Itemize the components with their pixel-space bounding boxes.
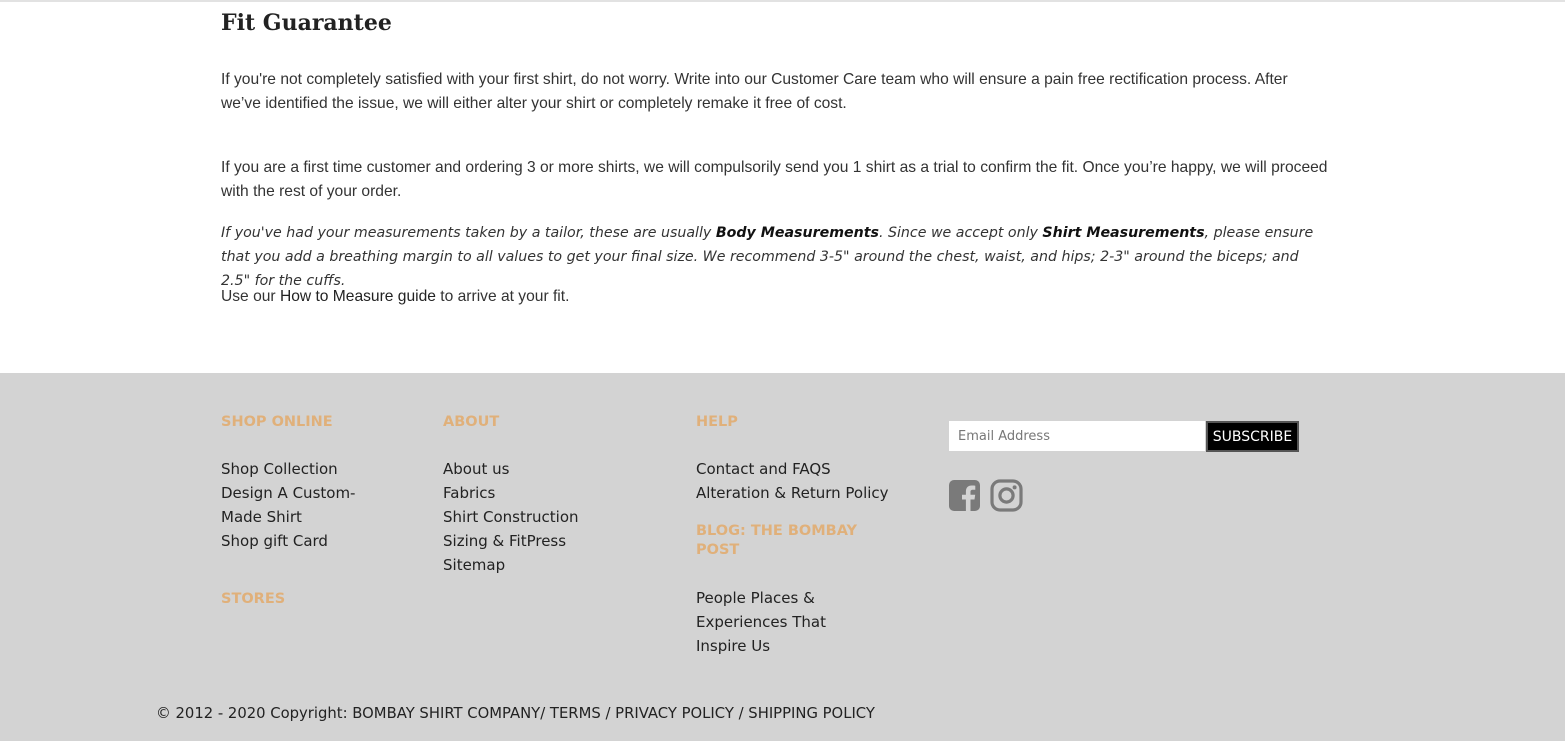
instagram-icon-graphic [990,479,1023,512]
shipping-policy-link[interactable]: SHIPPING POLICY [748,705,875,722]
shop-online-heading: SHOP ONLINE [221,414,333,430]
guide-prefix: Use our [221,288,280,305]
shop-collection-link[interactable]: Shop Collection [221,457,371,481]
stores-heading[interactable]: STORES [221,590,371,609]
separator: / [600,705,616,722]
sizing-fitpress-link[interactable]: Sizing & FitPress [443,529,643,553]
terms-link[interactable]: TERMS [550,705,601,722]
trial-paragraph: If you are a first time customer and ord… [221,159,1328,200]
footer-shop-column: SHOP ONLINE Shop Collection Design A Cus… [221,413,371,609]
separator: / [540,705,550,722]
email-input[interactable] [949,421,1205,451]
help-heading: HELP [696,414,738,430]
subscribe-button[interactable]: SUBSCRIBE [1206,421,1299,452]
shirt-construction-link[interactable]: Shirt Construction [443,505,643,529]
note-text: . Since we accept only [878,225,1043,241]
copyright-line: © 2012 - 2020 Copyright: BOMBAY SHIRT CO… [156,705,875,722]
help-links: Contact and FAQS Alteration & Return Pol… [696,457,896,505]
fabrics-link[interactable]: Fabrics [443,481,643,505]
about-links: About us Fabrics Shirt Construction Sizi… [443,457,643,577]
site-footer: SHOP ONLINE Shop Collection Design A Cus… [0,373,1565,741]
about-us-link[interactable]: About us [443,457,643,481]
shop-gift-card-link[interactable]: Shop gift Card [221,529,371,553]
measure-guide-line: Use our How to Measure guide to arrive a… [221,285,1331,309]
shop-links: Shop Collection Design A Custom-Made Shi… [221,457,371,553]
page-title: Fit Guarantee [221,10,392,36]
facebook-icon-graphic [949,480,980,512]
blog-links: People Places & Experiences That Inspire… [696,586,846,658]
shirt-measurements-bold: Shirt Measurements [1042,225,1205,241]
design-custom-shirt-link[interactable]: Design A Custom-Made Shirt [221,481,371,529]
blog-heading: BLOG: THE BOMBAY POST [696,523,858,558]
privacy-policy-link[interactable]: PRIVACY POLICY [615,705,734,722]
guide-suffix: to arrive at your fit. [435,288,570,305]
body-measurements-bold: Body Measurements [715,225,879,241]
separator: / [733,705,749,722]
footer-about-column: ABOUT About us Fabrics Shirt Constructio… [443,413,643,577]
company-link[interactable]: BOMBAY SHIRT COMPANY [352,705,540,722]
fit-guarantee-section: Fit Guarantee If you're not completely s… [221,8,1331,305]
about-heading: ABOUT [443,414,500,430]
how-to-measure-link[interactable]: How to Measure guide [280,288,436,305]
top-divider [0,0,1565,2]
sitemap-link[interactable]: Sitemap [443,553,643,577]
facebook-icon[interactable] [948,479,981,512]
footer-help-column: HELP Contact and FAQS Alteration & Retur… [696,413,896,658]
instagram-icon[interactable] [990,479,1023,512]
copyright-text: © 2012 - 2020 Copyright: [156,705,353,722]
alteration-return-link[interactable]: Alteration & Return Policy [696,481,896,505]
note-text: If you've had your measurements taken by… [221,225,716,241]
blog-post-link[interactable]: People Places & Experiences That Inspire… [696,586,846,658]
contact-faqs-link[interactable]: Contact and FAQS [696,457,896,481]
guarantee-paragraph: If you're not completely satisfied with … [221,71,1288,112]
measurement-note: If you've had your measurements taken by… [221,221,1331,293]
